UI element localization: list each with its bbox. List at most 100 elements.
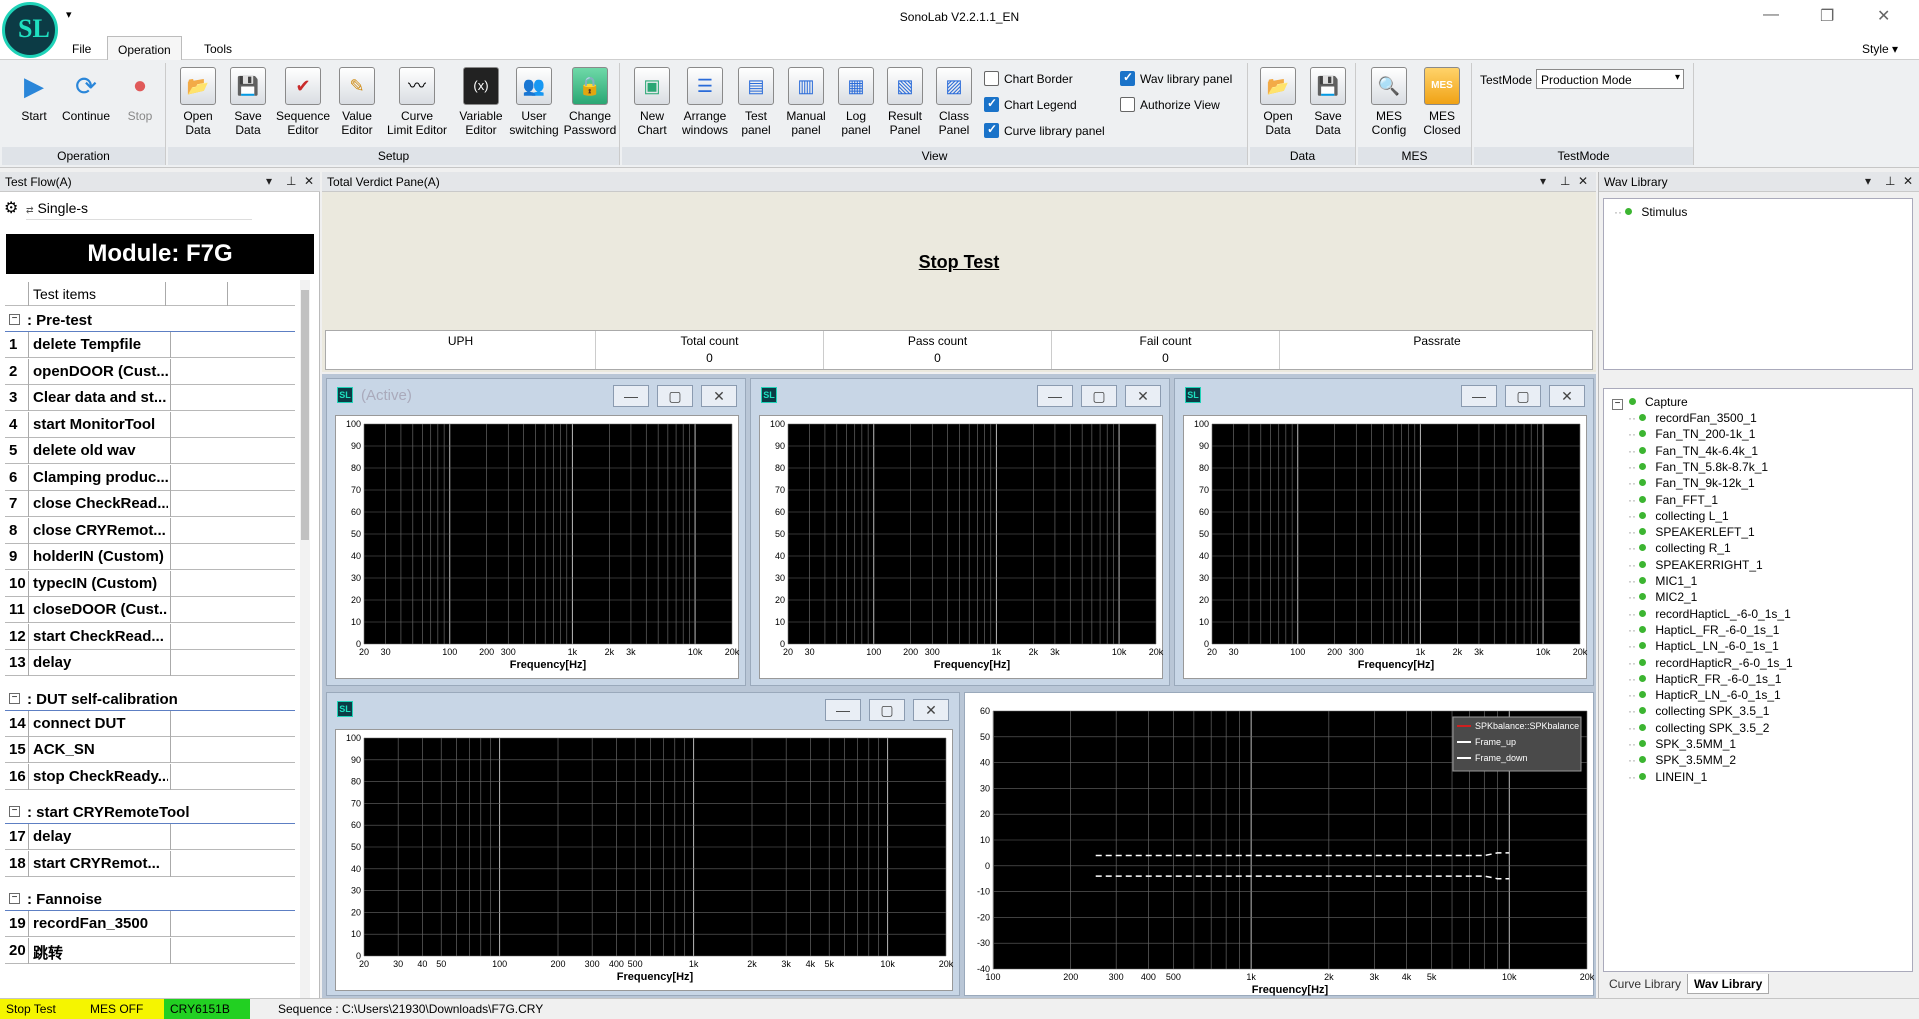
chart-border-checkbox[interactable]: Chart Border xyxy=(984,71,1073,86)
capture-item[interactable]: ·· HapticL_FR_-6-0_1s_1 xyxy=(1628,623,1779,637)
chart-window-4[interactable]: SL — ▢ ✕ 0 10 20 30 40 50 60 70 80 90 100 20 30 40 50 1… xyxy=(326,692,960,996)
close-icon[interactable]: ✕ xyxy=(1125,385,1161,407)
group-header[interactable]: −: Pre-test xyxy=(5,308,295,332)
chart-legend-checkbox[interactable]: Chart Legend xyxy=(984,96,1077,112)
group-header[interactable]: −: DUT self-calibration xyxy=(5,686,295,711)
curve-library-checkbox[interactable]: Curve library panel xyxy=(984,122,1105,138)
maximize-icon[interactable]: ▢ xyxy=(1081,385,1117,407)
log-panel-button[interactable]: ▦ Log panel xyxy=(834,67,878,137)
pin-icon[interactable]: ⊥ xyxy=(286,174,296,188)
close-icon[interactable]: ✕ xyxy=(701,385,737,407)
dropdown-icon[interactable]: ▾ xyxy=(266,174,272,188)
authorize-view-checkbox[interactable]: Authorize View xyxy=(1120,97,1220,112)
pin-icon[interactable]: ⊥ xyxy=(1560,174,1570,188)
minimize-icon[interactable]: — xyxy=(1037,385,1073,407)
tab-curve-library[interactable]: Curve Library xyxy=(1603,974,1687,994)
capture-item[interactable]: ·· SPK_3.5MM_2 xyxy=(1628,753,1736,767)
capture-item[interactable]: ·· Fan_FFT_1 xyxy=(1628,493,1718,507)
menu-operation[interactable]: Operation xyxy=(107,36,182,60)
capture-item[interactable]: ·· collecting R_1 xyxy=(1628,541,1731,555)
maximize-icon[interactable]: ▢ xyxy=(657,385,693,407)
test-item-row[interactable]: 2 openDOOR (Cust... xyxy=(5,358,295,385)
capture-item[interactable]: ·· LINEIN_1 xyxy=(1628,770,1707,784)
capture-item[interactable]: ·· SPEAKERLEFT_1 xyxy=(1628,525,1755,539)
close-icon[interactable]: ✕ xyxy=(304,174,314,188)
scrollbar-thumb[interactable] xyxy=(301,290,309,540)
capture-item[interactable]: ·· recordFan_3500_1 xyxy=(1628,411,1757,425)
test-item-row[interactable]: 11 closeDOOR (Cust... xyxy=(5,597,295,623)
sequence-editor-button[interactable]: ✔ Sequence Editor xyxy=(274,67,332,137)
menu-file[interactable]: File xyxy=(72,42,91,56)
dropdown-icon[interactable]: ▾ xyxy=(1865,174,1871,188)
maximize-icon[interactable]: ▢ xyxy=(869,699,905,721)
capture-item[interactable]: ·· collecting L_1 xyxy=(1628,509,1729,523)
user-switching-button[interactable]: 👥 User switching xyxy=(506,67,562,137)
capture-item[interactable]: ·· MIC2_1 xyxy=(1628,590,1697,604)
capture-item[interactable]: ·· Fan_TN_200-1k_1 xyxy=(1628,427,1755,441)
minimize-icon[interactable]: — xyxy=(825,699,861,721)
test-item-row[interactable]: 3 Clear data and st... xyxy=(5,385,295,411)
capture-item[interactable]: ·· HapticR_LN_-6-0_1s_1 xyxy=(1628,688,1781,702)
continue-button[interactable]: ⟳ Continue xyxy=(60,67,112,123)
test-item-row[interactable]: 4 start MonitorTool xyxy=(5,411,295,438)
close-icon[interactable]: ✕ xyxy=(1578,174,1588,188)
test-item-row[interactable]: 20 跳转 xyxy=(5,937,295,964)
test-item-row[interactable]: 16 stop CheckReady... xyxy=(5,763,295,790)
capture-item[interactable]: ·· Fan_TN_5.8k-8.7k_1 xyxy=(1628,460,1768,474)
collapse-icon[interactable]: − xyxy=(9,806,20,817)
wav-library-checkbox[interactable]: Wav library panel xyxy=(1120,70,1232,86)
capture-item[interactable]: ·· SPK_3.5MM_1 xyxy=(1628,737,1736,751)
test-item-row[interactable]: 1 delete Tempfile xyxy=(5,332,295,358)
minimize-icon[interactable]: — xyxy=(613,385,649,407)
dropdown-icon[interactable]: ▾ xyxy=(1540,174,1546,188)
curve-limit-editor-button[interactable]: 〰 Curve Limit Editor xyxy=(382,67,452,137)
capture-node[interactable]: − Capture xyxy=(1612,395,1688,410)
app-logo[interactable]: SL xyxy=(2,2,58,58)
scrollbar[interactable] xyxy=(300,280,310,998)
open-data-button[interactable]: 📂 Open Data xyxy=(176,67,220,137)
test-item-row[interactable]: 10 typecIN (Custom) xyxy=(5,570,295,597)
test-item-row[interactable]: 5 delete old wav xyxy=(5,438,295,464)
group-header[interactable]: −: start CRYRemoteTool xyxy=(5,800,295,824)
capture-item[interactable]: ·· Fan_TN_4k-6.4k_1 xyxy=(1628,444,1758,458)
mes-closed-button[interactable]: MES MES Closed xyxy=(1418,67,1466,137)
chart-svg[interactable]: 010203040506070809010020 30 100 200 300 1k 2k 3… xyxy=(760,416,1164,680)
test-item-row[interactable]: 8 close CRYRemot... xyxy=(5,517,295,544)
new-chart-button[interactable]: ▣ New Chart xyxy=(630,67,674,137)
mes-config-button[interactable]: 🔍 MES Config xyxy=(1366,67,1412,137)
capture-item[interactable]: ·· HapticR_FR_-6-0_1s_1 xyxy=(1628,672,1781,686)
start-button[interactable]: ▶ Start xyxy=(12,67,56,123)
arrange-windows-button[interactable]: ☰ Arrange windows xyxy=(678,67,732,137)
close-icon[interactable]: ✕ xyxy=(1903,174,1913,188)
test-item-row[interactable]: 15 ACK_SN xyxy=(5,737,295,763)
capture-item[interactable]: ·· MIC1_1 xyxy=(1628,574,1697,588)
test-item-row[interactable]: 7 close CheckRead... xyxy=(5,491,295,517)
chart-svg[interactable]: 010203040506070809010020 30 100 200 300 1k 2k 3… xyxy=(1184,416,1588,680)
group-header[interactable]: −: Fannoise xyxy=(5,887,295,911)
data-save-button[interactable]: 💾 Save Data xyxy=(1306,67,1350,137)
close-icon[interactable]: ✕ xyxy=(1549,385,1585,407)
capture-item[interactable]: ·· Fan_TN_9k-12k_1 xyxy=(1628,476,1755,490)
stimulus-node[interactable]: ·· Stimulus xyxy=(1614,205,1687,219)
chart-window-3[interactable]: SL — ▢ ✕ 0 10 20 30 40 50 60 70 80 90 100 20 30 100 20… xyxy=(1174,378,1594,686)
test-item-row[interactable]: 18 start CRYRemot... xyxy=(5,850,295,877)
chart-window-2[interactable]: SL — ▢ ✕ 0 10 20 30 40 50 60 70 80 90 100 20 30 100 20… xyxy=(750,378,1170,686)
testmode-select[interactable]: Production Mode ▾ xyxy=(1536,69,1684,89)
result-panel-button[interactable]: ▧ Result Panel xyxy=(882,67,928,137)
test-item-row[interactable]: 13 delay xyxy=(5,650,295,676)
manual-panel-button[interactable]: ▥ Manual panel xyxy=(782,67,830,137)
test-item-row[interactable]: 14 connect DUT xyxy=(5,710,295,737)
test-item-row[interactable]: 17 delay xyxy=(5,824,295,850)
test-item-row[interactable]: 19 recordFan_3500 xyxy=(5,911,295,937)
maximize-icon[interactable]: ▢ xyxy=(1505,385,1541,407)
test-item-row[interactable]: 12 start CheckRead... xyxy=(5,623,295,650)
menu-tools[interactable]: Tools xyxy=(204,42,232,56)
collapse-icon[interactable]: − xyxy=(9,314,20,325)
value-editor-button[interactable]: ✎ Value Editor xyxy=(334,67,380,137)
capture-item[interactable]: ·· recordHapticR_-6-0_1s_1 xyxy=(1628,656,1793,670)
restore-button[interactable]: ❐ xyxy=(1820,6,1834,26)
capture-item[interactable]: ·· collecting SPK_3.5_1 xyxy=(1628,704,1769,718)
sequence-selector[interactable]: ⇄ Single-s xyxy=(26,200,252,220)
capture-item[interactable]: ·· HapticL_LN_-6-0_1s_1 xyxy=(1628,639,1779,653)
gear-icon[interactable]: ⚙ xyxy=(4,198,18,218)
